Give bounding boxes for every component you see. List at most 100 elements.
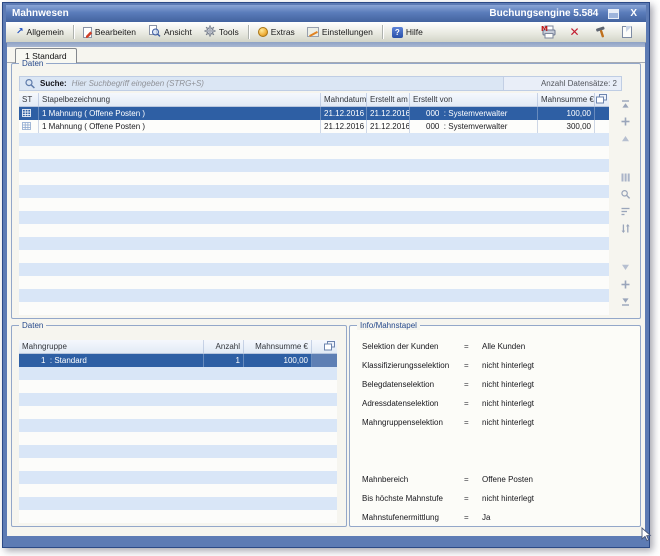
search-bar[interactable]: Suche: Hier Suchbegriff eingeben (STRG+S…	[19, 76, 622, 91]
toolbar-right: M ✕	[541, 25, 642, 40]
empty-grid-row	[19, 276, 609, 289]
menu-allgemein[interactable]: ↗ Allgemein	[10, 25, 70, 39]
scroll-bottom-button[interactable]	[619, 295, 632, 308]
step-down-button[interactable]	[619, 261, 632, 274]
columns-icon	[620, 172, 631, 183]
info-rows: Selektion der Kunden=Alle Kunden Klassif…	[362, 342, 634, 532]
filter-button[interactable]	[619, 222, 632, 235]
menu-ansicht[interactable]: Ansicht	[142, 23, 198, 41]
delete-button[interactable]: ✕	[567, 25, 582, 40]
empty-grid-area[interactable]	[19, 367, 337, 523]
info-row: Mahnstufenermittlung=Ja	[362, 513, 634, 532]
mahngruppe-table: Mahngruppe Anzahl Mahnsumme € 1 : Standa…	[19, 340, 337, 523]
group-label: Info/Mahnstapel	[357, 321, 420, 330]
info-label: Belegdatenselektion	[362, 380, 464, 389]
step-up-button[interactable]	[619, 132, 632, 145]
table-header-row: Mahngruppe Anzahl Mahnsumme €	[19, 340, 337, 354]
col-mahnsumme[interactable]: Mahnsumme €	[538, 93, 595, 106]
mahnsumme-cell: 100,00	[538, 107, 595, 120]
print-mahnung-button[interactable]: M	[541, 25, 556, 40]
row-end-cell	[312, 354, 337, 367]
search-icon	[24, 78, 36, 89]
row-type-cell	[19, 107, 39, 120]
mahngruppe-cell: 1 : Standard	[19, 354, 204, 367]
columns-button[interactable]	[619, 171, 632, 184]
info-row: Mahngruppenselektion=nicht hinterlegt	[362, 418, 634, 437]
empty-grid-row	[19, 445, 337, 458]
help-icon: ?	[392, 27, 403, 38]
erstellt-am-cell: 21.12.2016	[367, 107, 410, 120]
info-value: Ja	[482, 513, 634, 522]
menu-label: Tools	[219, 27, 239, 37]
sort-button[interactable]	[619, 205, 632, 218]
mahnsumme-cell: 100,00	[244, 354, 312, 367]
menu-separator	[73, 25, 74, 39]
table-row-selected[interactable]: 1 : Standard 1 100,00	[19, 354, 337, 367]
svg-text:M: M	[541, 25, 548, 33]
info-label: Bis höchste Mahnstufe	[362, 494, 464, 503]
col-erstellt-am[interactable]: Erstellt am	[367, 93, 410, 106]
empty-grid-row	[19, 471, 337, 484]
column-chooser-button[interactable]	[312, 340, 337, 353]
menu-bearbeiten[interactable]: Bearbeiten	[77, 25, 142, 40]
stapelbezeichnung-cell: 1 Mahnung ( Offene Posten )	[39, 107, 321, 120]
menu-tools[interactable]: Tools	[198, 23, 245, 41]
info-value: nicht hinterlegt	[482, 494, 634, 503]
table-header-row: ST Stapelbezeichnung Mahndatum Erstellt …	[19, 93, 609, 107]
window-menu-icon[interactable]	[608, 9, 619, 19]
arrow-up-right-icon: ↗	[16, 27, 24, 37]
info-value: nicht hinterlegt	[482, 361, 634, 370]
menu-label: Ansicht	[164, 27, 192, 37]
search-label: Suche:	[40, 79, 67, 88]
search-input[interactable]: Hier Suchbegriff eingeben (STRG+S)	[72, 79, 503, 88]
move-up-button[interactable]	[619, 115, 632, 128]
equals-sign: =	[464, 380, 482, 389]
hammer-button[interactable]	[593, 25, 608, 40]
empty-grid-row	[19, 211, 609, 224]
equals-sign: =	[464, 418, 482, 427]
erstellt-von-cell: 000 : Systemverwalter	[410, 120, 538, 133]
col-mahndatum[interactable]: Mahndatum	[321, 93, 367, 106]
col-st[interactable]: ST	[19, 93, 39, 106]
row-type-cell	[19, 120, 39, 133]
gear-icon	[204, 25, 216, 39]
table-row[interactable]: 1 Mahnung ( Offene Posten ) 21.12.2016 2…	[19, 120, 609, 133]
column-chooser-button[interactable]	[595, 93, 609, 106]
mouse-cursor	[641, 527, 652, 542]
col-erstellt-von[interactable]: Erstellt von	[410, 93, 538, 106]
menu-extras[interactable]: Extras	[252, 25, 301, 39]
edit-page-icon	[83, 27, 92, 38]
menu-hilfe[interactable]: ? Hilfe	[386, 25, 429, 40]
move-up-icon	[620, 116, 631, 127]
info-value: Alle Kunden	[482, 342, 634, 351]
col-stapelbezeichnung[interactable]: Stapelbezeichnung	[39, 93, 321, 106]
info-row: Belegdatenselektion=nicht hinterlegt	[362, 380, 634, 399]
column-chooser-icon	[596, 94, 607, 104]
empty-grid-row	[19, 185, 609, 198]
grid-search-button[interactable]	[619, 188, 632, 201]
main-daten-group: Daten Suche: Hier Suchbegriff eingeben (…	[11, 63, 641, 319]
table-row-selected[interactable]: 1 Mahnung ( Offene Posten ) 21.12.2016 2…	[19, 107, 609, 120]
equals-sign: =	[464, 342, 482, 351]
equals-sign: =	[464, 494, 482, 503]
empty-grid-row	[19, 146, 609, 159]
col-mahnsumme[interactable]: Mahnsumme €	[244, 340, 312, 353]
col-anzahl[interactable]: Anzahl	[204, 340, 244, 353]
print-mahnung-icon: M	[541, 25, 556, 39]
empty-grid-row	[19, 510, 337, 523]
move-down-button[interactable]	[619, 278, 632, 291]
info-mahnstapel-group: Info/Mahnstapel Selektion der Kunden=All…	[349, 325, 641, 527]
empty-grid-area[interactable]	[19, 133, 609, 315]
row-end-cell	[595, 120, 609, 133]
close-button[interactable]: X	[627, 8, 640, 19]
new-document-button[interactable]	[619, 25, 634, 40]
menu-einstellungen[interactable]: Einstellungen	[301, 25, 379, 39]
empty-grid-row	[19, 159, 609, 172]
empty-grid-row	[19, 198, 609, 211]
col-mahngruppe[interactable]: Mahngruppe	[19, 340, 204, 353]
title-bar[interactable]: Mahnwesen Buchungsengine 5.584 X	[6, 5, 646, 22]
view-magnifier-icon	[148, 25, 161, 39]
empty-grid-row	[19, 484, 337, 497]
grid-icon	[22, 122, 31, 130]
scroll-top-button[interactable]	[619, 98, 632, 111]
